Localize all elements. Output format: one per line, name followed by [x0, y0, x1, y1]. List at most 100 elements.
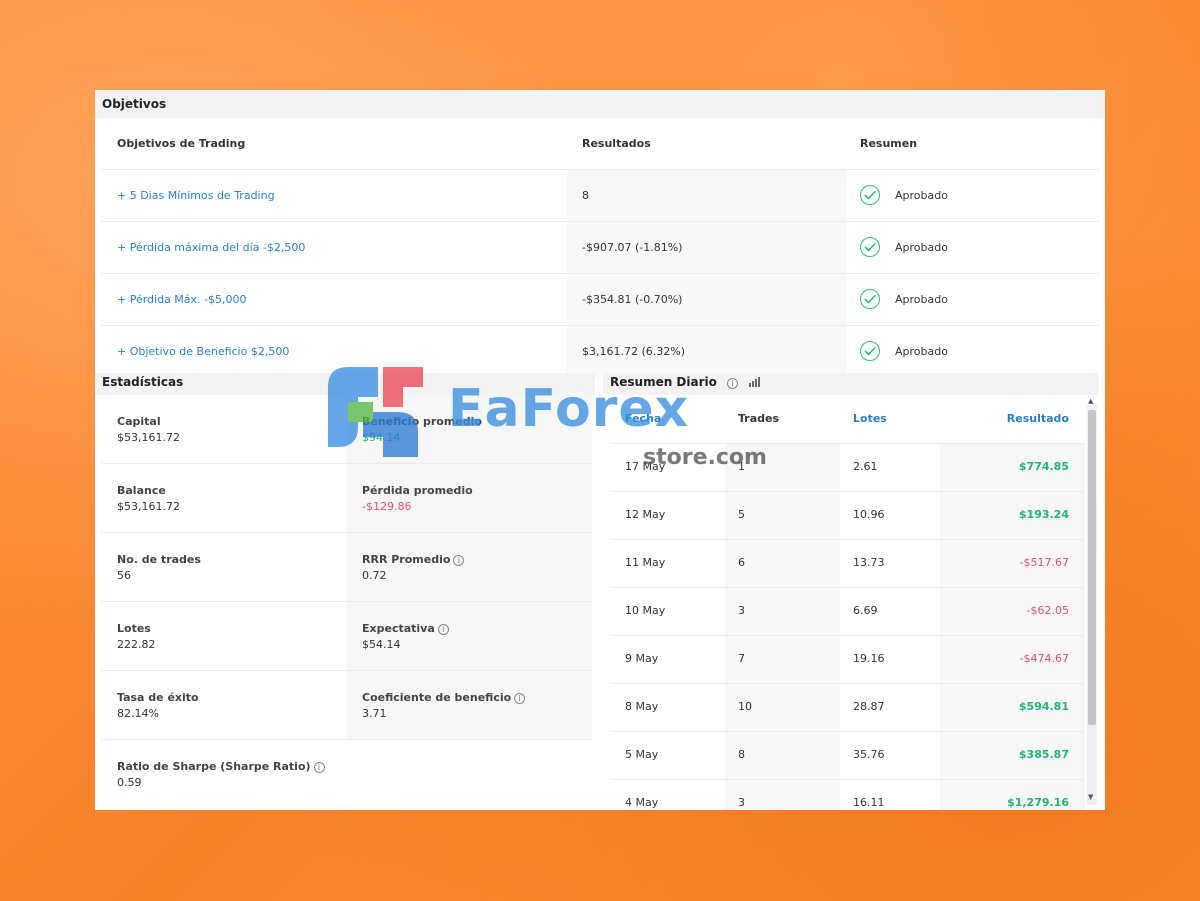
cell-lotes: 10.96: [853, 508, 885, 521]
check-circle-icon: [860, 341, 880, 361]
status-text: Aprobado: [895, 189, 948, 202]
cell-fecha: 9 May: [625, 652, 659, 665]
cell-fecha: 10 May: [625, 604, 666, 617]
stat-value: 56: [117, 569, 131, 582]
info-icon[interactable]: i: [514, 693, 526, 704]
cell-fecha: 4 May: [625, 796, 659, 809]
watermark-sub: store.com: [643, 445, 767, 470]
check-circle-icon: [860, 289, 880, 309]
objetivo-row: + 5 Dias Mínimos de Trading 8 Aprobado: [102, 170, 1098, 222]
cell-trades: 3: [738, 796, 745, 809]
objetivos-header-row: Objetivos de Trading Resultados Resumen: [102, 118, 1098, 170]
status-text: Aprobado: [895, 241, 948, 254]
table-row: 4 May 3 16.11 $1,279.16: [610, 779, 1085, 810]
cell-fecha: 5 May: [625, 748, 659, 761]
objetivo-link[interactable]: + 5 Dias Mínimos de Trading: [117, 170, 275, 222]
header-resultados: Resultados: [582, 137, 651, 150]
header-resumen: Resumen: [860, 137, 918, 150]
stat-label: Tasa de éxito: [117, 691, 199, 704]
stat-label: No. de trades: [117, 553, 201, 566]
stat-value: $54.14: [362, 638, 401, 651]
table-row: 12 May 5 10.96 $193.24: [610, 491, 1085, 539]
objetivo-link[interactable]: + Objetivo de Beneficio $2,500: [117, 326, 289, 378]
stat-rrr-promedio: RRR Promedio i 0.72: [347, 533, 592, 601]
stat-label: Lotes: [117, 622, 151, 635]
table-row: 11 May 6 13.73 -$517.67: [610, 539, 1085, 587]
objetivo-result: -$354.81 (-0.70%): [582, 293, 683, 306]
cell-lotes: 6.69: [853, 604, 878, 617]
stat-tasa-exito: Tasa de éxito 82.14%: [102, 671, 347, 739]
objetivo-summary: Aprobado: [847, 274, 1098, 326]
cell-resultado: -$517.67: [1019, 556, 1069, 569]
table-row: 9 May 7 19.16 -$474.67: [610, 635, 1085, 683]
stat-lotes: Lotes 222.82: [102, 602, 347, 670]
status-text: Aprobado: [895, 345, 948, 358]
stat-no-trades: No. de trades 56: [102, 533, 347, 601]
scrollbar-thumb[interactable]: [1088, 410, 1096, 725]
objetivo-link[interactable]: + Pérdida Máx. -$5,000: [117, 274, 247, 326]
info-icon[interactable]: i: [313, 762, 325, 773]
scroll-down-icon[interactable]: ▼: [1088, 793, 1093, 801]
cell-trades: 5: [738, 508, 745, 521]
header-lotes[interactable]: Lotes: [853, 395, 887, 443]
cell-resultado: $385.87: [1018, 748, 1069, 761]
stat-sharpe-ratio: Ratio de Sharpe (Sharpe Ratio) i 0.59: [102, 740, 592, 808]
objetivos-title-bar: [95, 90, 1105, 118]
stat-capital: Capital $53,161.72: [102, 395, 347, 463]
cell-fecha: 11 May: [625, 556, 666, 569]
cell-trades: 8: [738, 748, 745, 761]
cell-lotes: 35.76: [853, 748, 885, 761]
stat-expectativa: Expectativa i $54.14: [347, 602, 592, 670]
stat-value: $53,161.72: [117, 431, 180, 444]
info-icon[interactable]: i: [437, 624, 449, 635]
scroll-up-icon[interactable]: ▲: [1088, 397, 1093, 405]
stat-perdida-promedio: Pérdida promedio -$129.86: [347, 464, 592, 532]
stat-label: Pérdida promedio: [362, 484, 473, 497]
stat-balance: Balance $53,161.72: [102, 464, 347, 532]
cell-trades: 10: [738, 700, 752, 713]
stat-value: 3.71: [362, 707, 387, 720]
objetivo-result: -$907.07 (-1.81%): [582, 241, 683, 254]
stat-value: 222.82: [117, 638, 156, 651]
cell-lotes: 2.61: [853, 460, 878, 473]
objetivo-link[interactable]: + Pérdida máxima del día -$2,500: [117, 222, 305, 274]
cell-resultado: -$474.67: [1019, 652, 1069, 665]
watermark-logo-icon: [328, 367, 423, 457]
cell-resultado: $594.81: [1018, 700, 1069, 713]
estadisticas-title: Estadísticas: [102, 375, 184, 389]
stat-value: -$129.86: [362, 500, 412, 513]
watermark-brand: EaForex: [448, 379, 690, 439]
daily-scrollbar[interactable]: [1087, 405, 1097, 805]
stat-label: RRR Promedio: [362, 553, 451, 566]
info-icon[interactable]: i: [453, 555, 465, 566]
cell-trades: 7: [738, 652, 745, 665]
cell-resultado: -$62.05: [1026, 604, 1069, 617]
objetivo-summary: Aprobado: [847, 170, 1098, 222]
cell-resultado: $193.24: [1018, 508, 1069, 521]
check-circle-icon: [860, 237, 880, 257]
objetivos-title: Objetivos: [102, 97, 167, 111]
cell-lotes: 19.16: [853, 652, 885, 665]
objetivo-summary: Aprobado: [847, 222, 1098, 274]
header-resultado[interactable]: Resultado: [1007, 395, 1069, 443]
cell-fecha: 8 May: [625, 700, 659, 713]
check-circle-icon: [860, 185, 880, 205]
header-objetivos-trading: Objetivos de Trading: [117, 137, 246, 150]
stat-label: Expectativa: [362, 622, 435, 635]
objetivo-result: 8: [582, 189, 589, 202]
objetivo-summary: Aprobado: [847, 326, 1098, 378]
cell-lotes: 16.11: [853, 796, 885, 809]
cell-lotes: 13.73: [853, 556, 885, 569]
cell-resultado: $1,279.16: [1007, 796, 1069, 809]
stat-value: $53,161.72: [117, 500, 180, 513]
stat-label: Coeficiente de beneficio: [362, 691, 512, 704]
cell-resultado: $774.85: [1018, 460, 1069, 473]
objetivo-row: + Pérdida máxima del día -$2,500 -$907.0…: [102, 222, 1098, 274]
table-row: 5 May 8 35.76 $385.87: [610, 731, 1085, 779]
objetivo-row: + Pérdida Máx. -$5,000 -$354.81 (-0.70%)…: [102, 274, 1098, 326]
stat-coeficiente-beneficio: Coeficiente de beneficio i 3.71: [347, 671, 592, 739]
stat-label: Balance: [117, 484, 166, 497]
stat-label: Capital: [117, 415, 161, 428]
cell-lotes: 28.87: [853, 700, 885, 713]
stat-value: 82.14%: [117, 707, 159, 720]
